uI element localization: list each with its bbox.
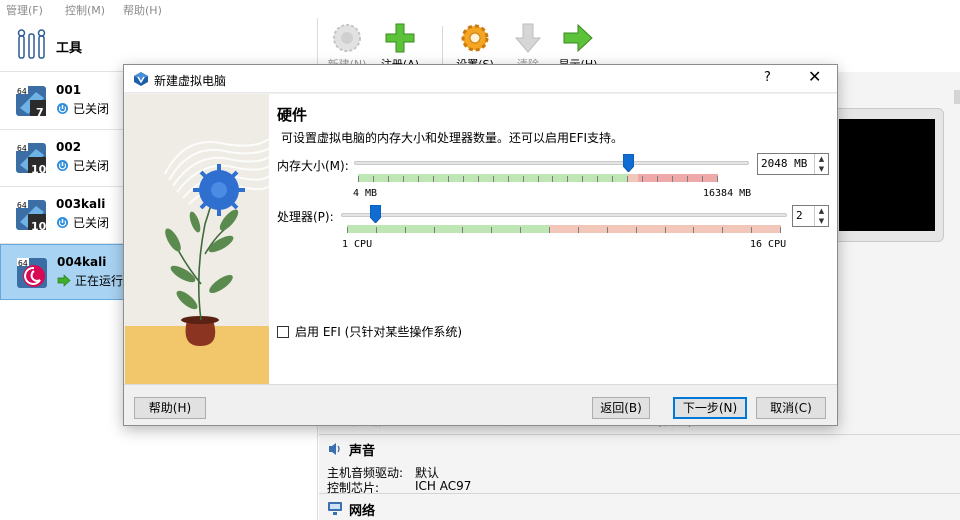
vm-preview-screen: [839, 119, 935, 231]
dialog-footer: 帮助(H) 返回(B) 下一步(N) 取消(C): [124, 384, 837, 425]
power-off-icon: [57, 103, 68, 114]
dialog-content: 硬件 可设置虚拟电脑的内存大小和处理器数量。还可以启用EFI支持。 内存大小(M…: [269, 94, 837, 384]
new-vm-dialog: 新建虚拟电脑 ? ✕ 硬件 可设置虚拟电脑的内存大小和处理器数量。还可以启用EF…: [123, 64, 838, 426]
toolbar-separator: [442, 26, 443, 66]
vm-state-label: 已关闭: [73, 102, 110, 116]
virtualbox-logo-icon: [134, 72, 148, 86]
memory-label: 内存大小(M):: [277, 159, 349, 173]
vm-state: 正在运行: [57, 272, 123, 289]
running-arrow-icon: [57, 274, 71, 287]
vm-name: 003kali: [56, 197, 106, 211]
cpu-max-label: 16 CPU: [750, 239, 787, 250]
audio-title: 声音: [349, 444, 376, 459]
scroll-handle[interactable]: [954, 90, 960, 104]
memory-min-label: 4 MB: [353, 188, 378, 199]
vm-state: 已关闭: [56, 157, 109, 174]
hardware-heading: 硬件: [277, 106, 308, 124]
menu-control[interactable]: 控制(M): [65, 2, 105, 18]
arch-badge: 64: [17, 144, 27, 153]
tools-label: 工具: [56, 41, 83, 56]
memory-slider-thumb[interactable]: [622, 154, 634, 172]
cpu-slider-track[interactable]: [341, 213, 787, 217]
arch-badge: 64: [18, 259, 28, 268]
back-button[interactable]: 返回(B): [592, 397, 650, 419]
cpu-label: 处理器(P):: [277, 210, 334, 224]
power-off-icon: [57, 160, 68, 171]
vm-name: 001: [56, 83, 82, 97]
settings-gear-icon: [461, 24, 489, 52]
network-icon: [328, 502, 342, 515]
memory-slider-track[interactable]: [354, 161, 749, 165]
speaker-icon: [329, 443, 340, 455]
dialog-close-button[interactable]: ✕: [808, 69, 821, 85]
down-arrow-icon: [514, 23, 542, 53]
cpu-increment-button[interactable]: ▲: [815, 206, 828, 216]
next-button[interactable]: 下一步(N): [673, 397, 747, 419]
cpu-min-label: 1 CPU: [342, 239, 373, 250]
dialog-title: 新建虚拟电脑: [154, 74, 227, 88]
arch-badge: 64: [17, 87, 27, 96]
arch-badge: 64: [17, 201, 27, 210]
network-title: 网络: [349, 504, 376, 519]
os-version-badge: 10: [31, 220, 47, 233]
plant-illustration: [125, 94, 269, 384]
cpu-spinbox[interactable]: 2 ▲ ▼: [792, 205, 829, 227]
vm-state: 已关闭: [56, 214, 109, 231]
cpu-value: 2: [796, 209, 803, 222]
vm-preview: [830, 108, 944, 242]
plus-icon: [385, 23, 415, 53]
efi-checkbox-label: 启用 EFI (只针对某些操作系统): [295, 325, 463, 339]
os-version-badge: 10: [31, 163, 47, 176]
audio-chip-value: ICH AC97: [415, 479, 472, 493]
memory-decrement-button[interactable]: ▼: [815, 164, 828, 174]
right-arrow-icon: [563, 23, 593, 53]
vm-state-label: 已关闭: [73, 216, 110, 230]
efi-checkbox[interactable]: 启用 EFI (只针对某些操作系统): [277, 323, 462, 340]
power-off-icon: [57, 217, 68, 228]
dialog-titlebar[interactable]: 新建虚拟电脑 ? ✕: [124, 65, 837, 93]
menu-help[interactable]: 帮助(H): [123, 2, 162, 18]
vm-name: 004kali: [57, 255, 107, 269]
network-section: 网络: [319, 493, 960, 520]
vm-state-label: 正在运行: [75, 274, 124, 288]
efi-checkbox-box[interactable]: [277, 325, 289, 338]
memory-spinbox[interactable]: 2048 MB ▲ ▼: [757, 153, 829, 175]
vm-name: 002: [56, 140, 82, 154]
new-gear-icon: [333, 24, 361, 52]
cpu-decrement-button[interactable]: ▼: [815, 216, 828, 226]
memory-max-label: 16384 MB: [703, 188, 752, 199]
dialog-help-button[interactable]: ?: [764, 70, 771, 85]
cpu-scale-ticks: [347, 227, 781, 233]
tools-icon: [17, 29, 46, 59]
memory-value: 2048 MB: [761, 157, 808, 170]
vm-state-label: 已关闭: [73, 159, 110, 173]
memory-scale-ticks: [358, 176, 718, 182]
cancel-button[interactable]: 取消(C): [756, 397, 826, 419]
memory-increment-button[interactable]: ▲: [815, 154, 828, 164]
help-button[interactable]: 帮助(H): [134, 397, 206, 419]
audio-section: 声音 主机音频驱动: 默认 控制芯片: ICH AC97: [319, 434, 960, 495]
vm-state: 已关闭: [56, 100, 109, 117]
os-version-badge: 7: [36, 106, 44, 119]
menu-manage[interactable]: 管理(F): [6, 2, 43, 18]
hardware-description: 可设置虚拟电脑的内存大小和处理器数量。还可以启用EFI支持。: [281, 131, 624, 145]
menu-bar: 管理(F) 控制(M) 帮助(H): [0, 0, 960, 18]
cpu-slider-thumb[interactable]: [370, 205, 382, 223]
